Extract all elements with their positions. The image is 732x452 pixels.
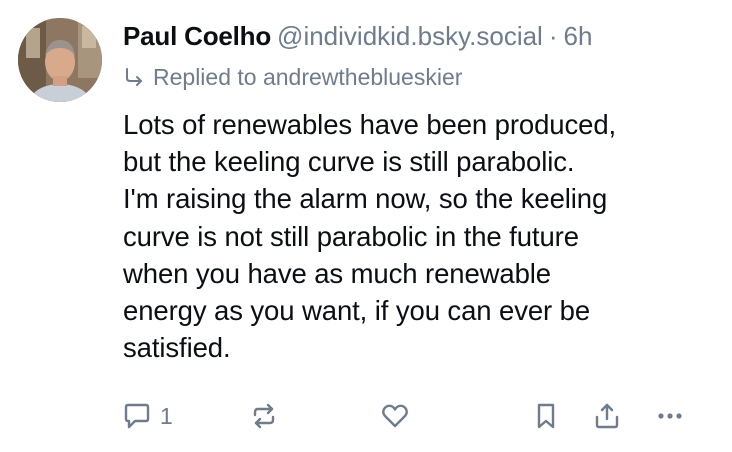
speech-bubble-icon (122, 401, 152, 431)
avatar[interactable] (18, 18, 102, 102)
author-display-name[interactable]: Paul Coelho (123, 21, 271, 51)
author-handle[interactable]: @individkid.bsky.social (277, 21, 543, 51)
post-header: Paul Coelho @individkid.bsky.social · 6h (123, 18, 592, 54)
repost-arrows-icon (249, 401, 279, 431)
separator-dot: · (548, 21, 558, 51)
post[interactable]: Paul Coelho @individkid.bsky.social · 6h Re… (0, 0, 732, 452)
repost-button[interactable] (249, 396, 279, 436)
share-button[interactable] (592, 396, 622, 436)
bookmark-icon (531, 401, 561, 431)
share-icon (592, 401, 622, 431)
ellipsis-icon (655, 401, 685, 431)
reply-count: 1 (160, 402, 173, 429)
reply-button[interactable]: 1 (122, 396, 173, 436)
reply-context-text: Replied to andrewtheblueskier (153, 63, 463, 90)
reply-context[interactable]: Replied to andrewtheblueskier (123, 62, 462, 92)
post-timestamp[interactable]: 6h (564, 21, 593, 51)
heart-icon (380, 401, 410, 431)
bookmark-button[interactable] (531, 396, 561, 436)
like-button[interactable] (380, 396, 410, 436)
reply-arrow-icon (123, 66, 145, 88)
more-options-button[interactable] (655, 396, 685, 436)
action-bar: 1 (0, 396, 732, 436)
post-body: Lots of renewables have been produced, b… (123, 109, 617, 364)
